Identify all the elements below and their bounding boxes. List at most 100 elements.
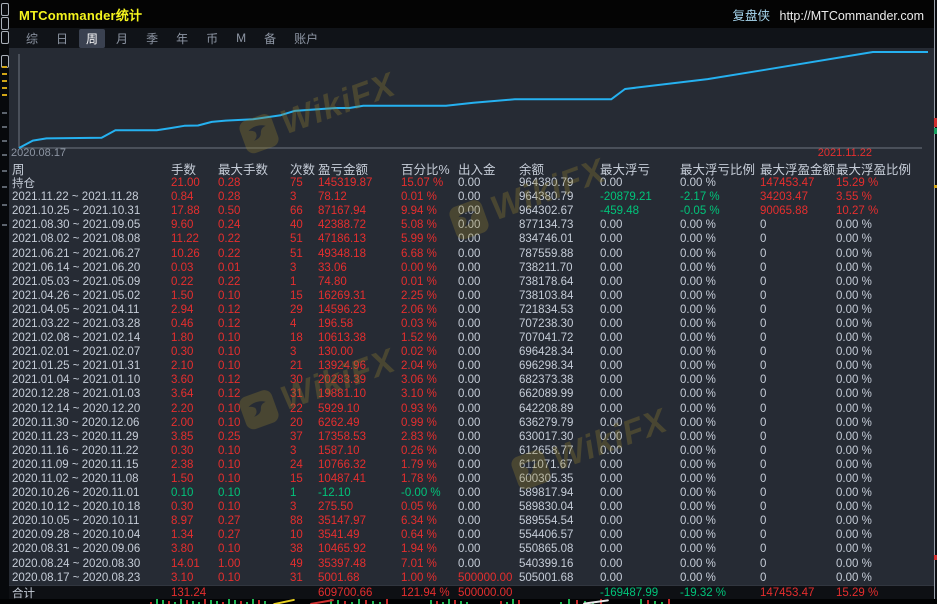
row-cell: 0.00	[458, 318, 519, 330]
table-row[interactable]: 2020.08.17 ~ 2020.08.233.100.10315001.68…	[9, 571, 934, 585]
row-cell: 550865.08	[519, 543, 600, 555]
table-row[interactable]: 持仓21.000.2875145319.8715.07 %0.00964380.…	[9, 176, 934, 190]
row-cell: 0.00 %	[401, 262, 458, 274]
row-cell: 0.00 %	[680, 529, 760, 541]
row-cell: 0.00 %	[680, 473, 760, 485]
candle-artifact	[258, 600, 260, 604]
table-row[interactable]: 2020.10.05 ~ 2020.10.118.970.278835147.9…	[9, 514, 934, 528]
line-artifact	[583, 599, 609, 604]
tab-年[interactable]: 年	[169, 29, 195, 48]
table-row[interactable]: 2020.11.23 ~ 2020.11.293.850.253717358.5…	[9, 430, 934, 444]
table-row[interactable]: 2021.01.25 ~ 2021.01.312.100.102113924.9…	[9, 359, 934, 373]
table-row[interactable]: 2021.04.05 ~ 2021.04.112.940.122914596.2…	[9, 303, 934, 317]
table-row[interactable]: 2021.08.02 ~ 2021.08.0811.220.225147186.…	[9, 232, 934, 246]
dock-mark	[2, 73, 7, 75]
brand-url: http://MTCommander.com	[780, 9, 925, 23]
row-cell: 7.01 %	[401, 558, 458, 570]
row-cell: 707041.72	[519, 332, 600, 344]
tab-账户[interactable]: 账户	[287, 29, 325, 48]
tab-月[interactable]: 月	[109, 29, 135, 48]
table-row[interactable]: 2021.06.14 ~ 2021.06.200.030.01333.060.0…	[9, 261, 934, 275]
table-row[interactable]: 2020.10.26 ~ 2020.11.010.100.101-12.10-0…	[9, 486, 934, 500]
row-cell: 0.00 %	[836, 459, 934, 471]
row-cell: 0.00	[458, 388, 519, 400]
row-cell: 2.25 %	[401, 290, 458, 302]
row-cell: 0.00 %	[680, 276, 760, 288]
table-row[interactable]: 2021.08.30 ~ 2021.09.059.600.244042388.7…	[9, 218, 934, 232]
table-row[interactable]: 2021.03.22 ~ 2021.03.280.460.124196.580.…	[9, 317, 934, 331]
row-cell: 0	[760, 473, 836, 485]
row-cell: 0.12	[218, 374, 290, 386]
background-chart-strip	[0, 599, 937, 604]
tab-周[interactable]: 周	[79, 29, 105, 48]
row-cell: 0.00	[458, 177, 519, 189]
row-cell: 642208.89	[519, 403, 600, 415]
table-row[interactable]: 2021.01.04 ~ 2021.01.103.600.123020283.3…	[9, 373, 934, 387]
table-row[interactable]: 2021.11.22 ~ 2021.11.280.840.28378.120.0…	[9, 190, 934, 204]
table-row[interactable]: 2020.08.31 ~ 2020.09.063.800.103810465.9…	[9, 542, 934, 556]
row-cell: 2021.08.30 ~ 2021.09.05	[12, 219, 171, 231]
row-cell: 0.00	[458, 529, 519, 541]
row-cell: 0.00 %	[680, 417, 760, 429]
row-cell: 1	[290, 276, 318, 288]
row-cell: 0.00	[600, 248, 680, 260]
table-row[interactable]: 2020.11.16 ~ 2020.11.220.300.1031587.100…	[9, 444, 934, 458]
tab-M[interactable]: M	[229, 30, 253, 46]
row-cell: 877134.73	[519, 219, 600, 231]
row-cell: 6.34 %	[401, 515, 458, 527]
table-row[interactable]: 2020.11.02 ~ 2020.11.081.500.101510487.4…	[9, 472, 934, 486]
row-cell: 0.00	[600, 431, 680, 443]
tab-币[interactable]: 币	[199, 29, 225, 48]
tab-季[interactable]: 季	[139, 29, 165, 48]
row-cell: 0.00	[458, 487, 519, 499]
dock-mark	[2, 126, 7, 128]
table-row[interactable]: 2021.05.03 ~ 2021.05.090.220.22174.800.0…	[9, 275, 934, 289]
row-cell: 0	[760, 543, 836, 555]
tab-备[interactable]: 备	[257, 29, 283, 48]
table-row[interactable]: 2020.12.28 ~ 2021.01.033.640.123119881.1…	[9, 387, 934, 401]
candle-artifact	[358, 599, 360, 604]
row-cell: 2020.12.28 ~ 2021.01.03	[12, 388, 171, 400]
tab-日[interactable]: 日	[49, 29, 75, 48]
row-cell: -0.00 %	[401, 487, 458, 499]
table-row[interactable]: 2021.06.21 ~ 2021.06.2710.260.225149348.…	[9, 246, 934, 260]
window-titlebar[interactable]: MTCommander统计 复盘侠 http://MTCommander.com	[9, 0, 934, 28]
dock-mark	[2, 154, 7, 156]
equity-chart-canvas	[9, 48, 934, 160]
row-cell: 20283.39	[318, 374, 401, 386]
row-cell: 10487.41	[318, 473, 401, 485]
table-row[interactable]: 2021.02.01 ~ 2021.02.070.300.103130.000.…	[9, 345, 934, 359]
table-row[interactable]: 2020.11.09 ~ 2020.11.152.380.102410766.3…	[9, 458, 934, 472]
row-cell: 0.10	[218, 346, 290, 358]
table-row[interactable]: 2020.09.28 ~ 2020.10.041.340.27103541.49…	[9, 528, 934, 542]
row-cell: 0.00	[458, 417, 519, 429]
row-cell: 0.00	[458, 304, 519, 316]
total-cell: 121.94 %	[401, 587, 458, 599]
row-cell: 2021.03.22 ~ 2021.03.28	[12, 318, 171, 330]
row-cell: 0.00	[458, 219, 519, 231]
row-cell: 0.00 %	[836, 543, 934, 555]
table-row[interactable]: 2021.02.08 ~ 2021.02.141.800.101810613.3…	[9, 331, 934, 345]
row-cell: 0.25	[218, 431, 290, 443]
total-cell: -169487.99	[600, 587, 680, 599]
tab-综[interactable]: 综	[19, 29, 45, 48]
row-cell: 0.00 %	[836, 248, 934, 260]
dock-mark	[2, 87, 7, 89]
row-cell: 0.00	[600, 290, 680, 302]
row-cell: 0.22	[218, 276, 290, 288]
row-cell: 0	[760, 515, 836, 527]
table-row[interactable]: 2020.08.24 ~ 2020.08.3014.011.004935397.…	[9, 557, 934, 571]
table-row[interactable]: 2020.10.12 ~ 2020.10.180.300.103275.500.…	[9, 500, 934, 514]
row-cell: 13924.96	[318, 360, 401, 372]
row-cell: 589817.94	[519, 487, 600, 499]
table-row[interactable]: 2021.10.25 ~ 2021.10.3117.880.506687167.…	[9, 204, 934, 218]
row-cell: 3	[290, 346, 318, 358]
row-cell: 2.06 %	[401, 304, 458, 316]
table-row[interactable]: 2020.11.30 ~ 2020.12.062.000.10206262.49…	[9, 416, 934, 430]
row-cell: 2.20	[171, 403, 218, 415]
table-row[interactable]: 2021.04.26 ~ 2021.05.021.500.101516269.3…	[9, 289, 934, 303]
table-row[interactable]: 2020.12.14 ~ 2020.12.202.200.10225929.10…	[9, 402, 934, 416]
row-cell: 0.00 %	[836, 262, 934, 274]
row-cell: 5.99 %	[401, 233, 458, 245]
row-cell: 0.00	[458, 248, 519, 260]
